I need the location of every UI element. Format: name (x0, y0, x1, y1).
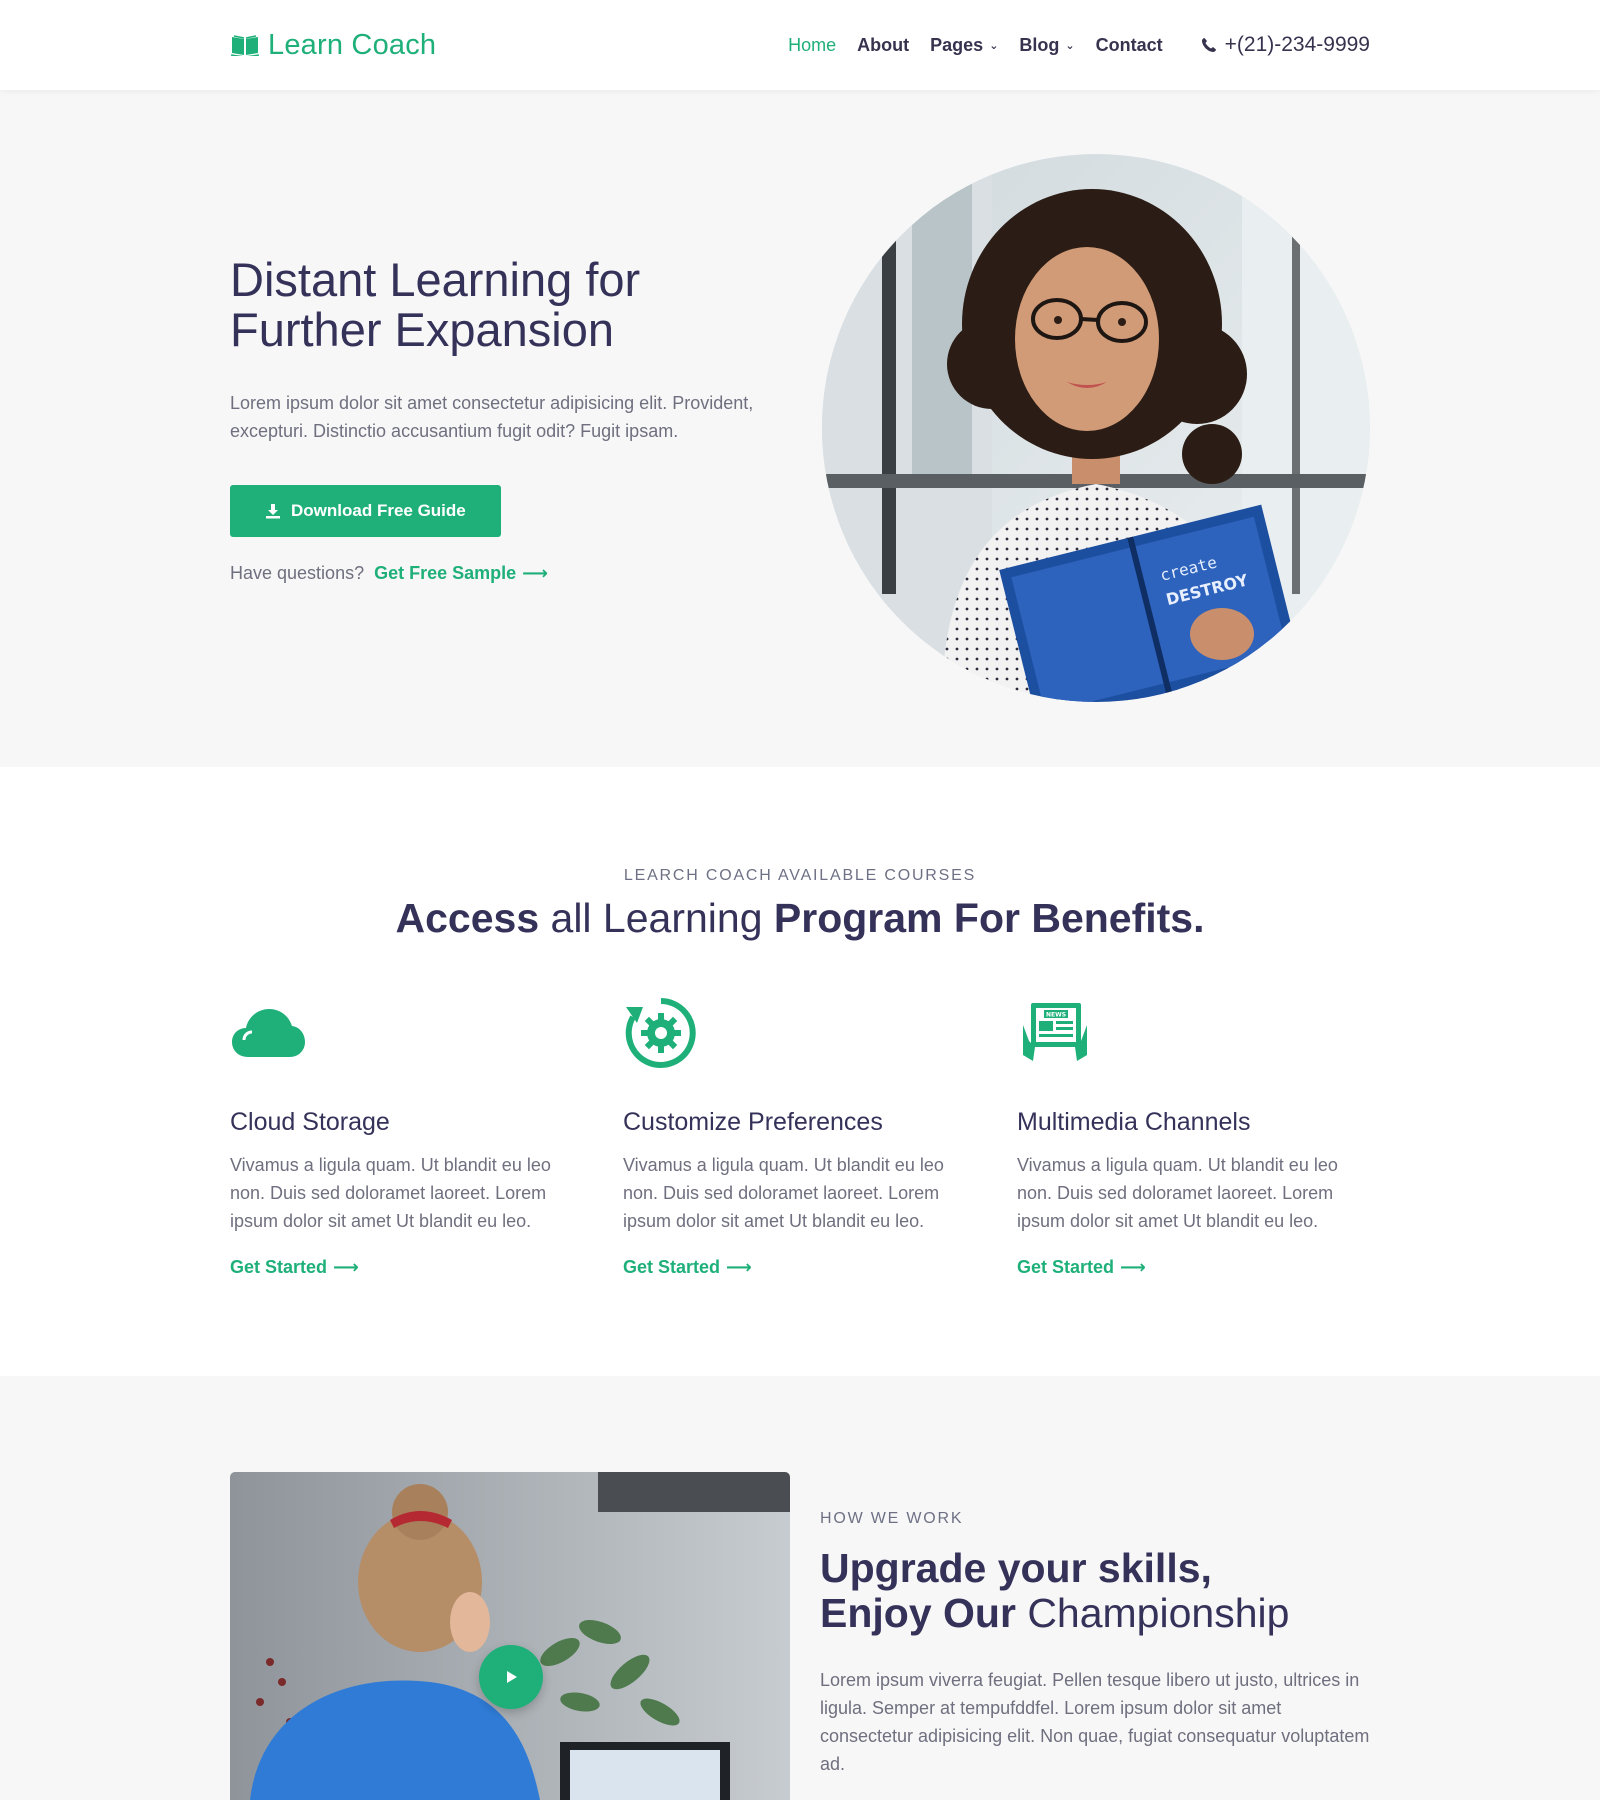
courses-title-part1: Access (395, 895, 540, 941)
download-icon (266, 504, 280, 519)
get-started-link[interactable]: Get Started ⟶ (230, 1257, 359, 1278)
download-guide-button[interactable]: Download Free Guide (230, 485, 501, 537)
nav-label: Home (788, 34, 837, 55)
how-we-work-content: HOW WE WORK Upgrade your skills, Enjoy O… (820, 1510, 1370, 1778)
logo-text: Learn Coach (268, 28, 437, 61)
courses-title-part3: Program For Benefits. (773, 895, 1205, 941)
courses-title: Access all Learning Program For Benefits… (230, 895, 1370, 942)
course-card-description: Vivamus a ligula quam. Ut blandit eu leo… (623, 1155, 944, 1231)
nav-item-blog[interactable]: Blog ⌄ (1019, 35, 1074, 56)
chevron-down-icon: ⌄ (989, 39, 999, 52)
free-sample-label: Get Free Sample (374, 563, 517, 583)
get-started-label: Get Started (1017, 1257, 1115, 1277)
courses-title-part2: all Learning (539, 895, 774, 941)
nav-label: Pages (930, 34, 984, 55)
get-started-label: Get Started (230, 1257, 328, 1277)
nav-label: Blog (1019, 34, 1060, 55)
course-card-title: Multimedia Channels (1017, 1108, 1251, 1136)
phone-number: +(21)-234-9999 (1224, 33, 1370, 56)
nav-label: About (857, 34, 910, 55)
site-header: Learn Coach Home About Pages ⌄ Blog ⌄ Cont… (0, 0, 1600, 90)
hero-title-line1: Distant Learning for (230, 253, 641, 306)
gear-refresh-icon (625, 998, 696, 1068)
course-card-description: Vivamus a ligula quam. Ut blandit eu leo… (230, 1155, 551, 1231)
hero-description: Lorem ipsum dolor sit amet consectetur a… (230, 393, 754, 441)
course-card: Customize Preferences Vivamus a ligula q… (623, 995, 983, 1278)
arrow-right-icon: ⟶ (333, 1257, 359, 1277)
how-title-line2-bold: Enjoy Our (820, 1590, 1016, 1636)
how-we-work-section: HOW WE WORK Upgrade your skills, Enjoy O… (0, 1376, 1600, 1800)
course-card: Cloud Storage Vivamus a ligula quam. Ut … (230, 995, 590, 1278)
arrow-right-icon: ⟶ (1120, 1257, 1146, 1277)
hero-section: Distant Learning for Further Expansion L… (0, 90, 1600, 767)
hero-student-photo: create DESTROY (822, 154, 1370, 702)
open-book-icon (230, 35, 260, 56)
get-started-label: Get Started (623, 1257, 721, 1277)
arrow-right-icon: ⟶ (726, 1257, 752, 1277)
nav-item-about[interactable]: About (857, 35, 909, 56)
hero-content: Distant Learning for Further Expansion L… (230, 255, 790, 584)
get-started-link[interactable]: Get Started ⟶ (1017, 1257, 1146, 1278)
hero-question: Have questions? Get Free Sample ⟶ (230, 563, 790, 584)
download-guide-label: Download Free Guide (291, 501, 466, 520)
how-title-line1: Upgrade your skills, (820, 1545, 1212, 1591)
video-thumbnail[interactable] (230, 1472, 790, 1800)
course-card: NEWS Multimedia Channels Vivamus a ligul… (1017, 995, 1377, 1278)
course-card-title: Customize Preferences (623, 1108, 883, 1136)
header-right: Home About Pages ⌄ Blog ⌄ Contact +(21)-23… (767, 33, 1370, 57)
play-icon (507, 1671, 517, 1683)
get-started-link[interactable]: Get Started ⟶ (623, 1257, 752, 1278)
cloud-icon (232, 1009, 305, 1057)
nav-item-home[interactable]: Home (788, 35, 836, 56)
nav-item-pages[interactable]: Pages ⌄ (930, 35, 998, 56)
hero-title-line2: Further Expansion (230, 303, 615, 356)
logo[interactable]: Learn Coach (230, 29, 436, 62)
chevron-down-icon: ⌄ (1065, 39, 1075, 52)
question-text: Have questions? (230, 563, 365, 583)
phone-icon (1201, 38, 1216, 52)
arrow-right-icon: ⟶ (522, 563, 548, 583)
phone-link[interactable]: +(21)-234-9999 (1201, 33, 1370, 57)
main-nav: Home About Pages ⌄ Blog ⌄ Contact (767, 35, 1162, 56)
course-card-title: Cloud Storage (230, 1108, 390, 1136)
how-title: Upgrade your skills, Enjoy Our Champions… (820, 1546, 1370, 1636)
free-sample-link[interactable]: Get Free Sample ⟶ (374, 563, 548, 584)
nav-label: Contact (1095, 34, 1163, 55)
courses-section: LEARCH COACH AVAILABLE COURSES Access al… (0, 767, 1600, 1376)
newspaper-icon: NEWS (1023, 1003, 1087, 1061)
hero-title: Distant Learning for Further Expansion (230, 255, 790, 355)
how-eyebrow: HOW WE WORK (820, 1510, 964, 1527)
course-card-description: Vivamus a ligula quam. Ut blandit eu leo… (1017, 1155, 1338, 1231)
play-button[interactable] (479, 1645, 543, 1709)
nav-item-contact[interactable]: Contact (1096, 35, 1163, 56)
how-description: Lorem ipsum viverra feugiat. Pellen tesq… (820, 1670, 1370, 1774)
news-badge: NEWS (1046, 1012, 1066, 1019)
how-title-line2-light: Championship (1015, 1590, 1290, 1636)
courses-eyebrow: LEARCH COACH AVAILABLE COURSES (623, 867, 977, 884)
